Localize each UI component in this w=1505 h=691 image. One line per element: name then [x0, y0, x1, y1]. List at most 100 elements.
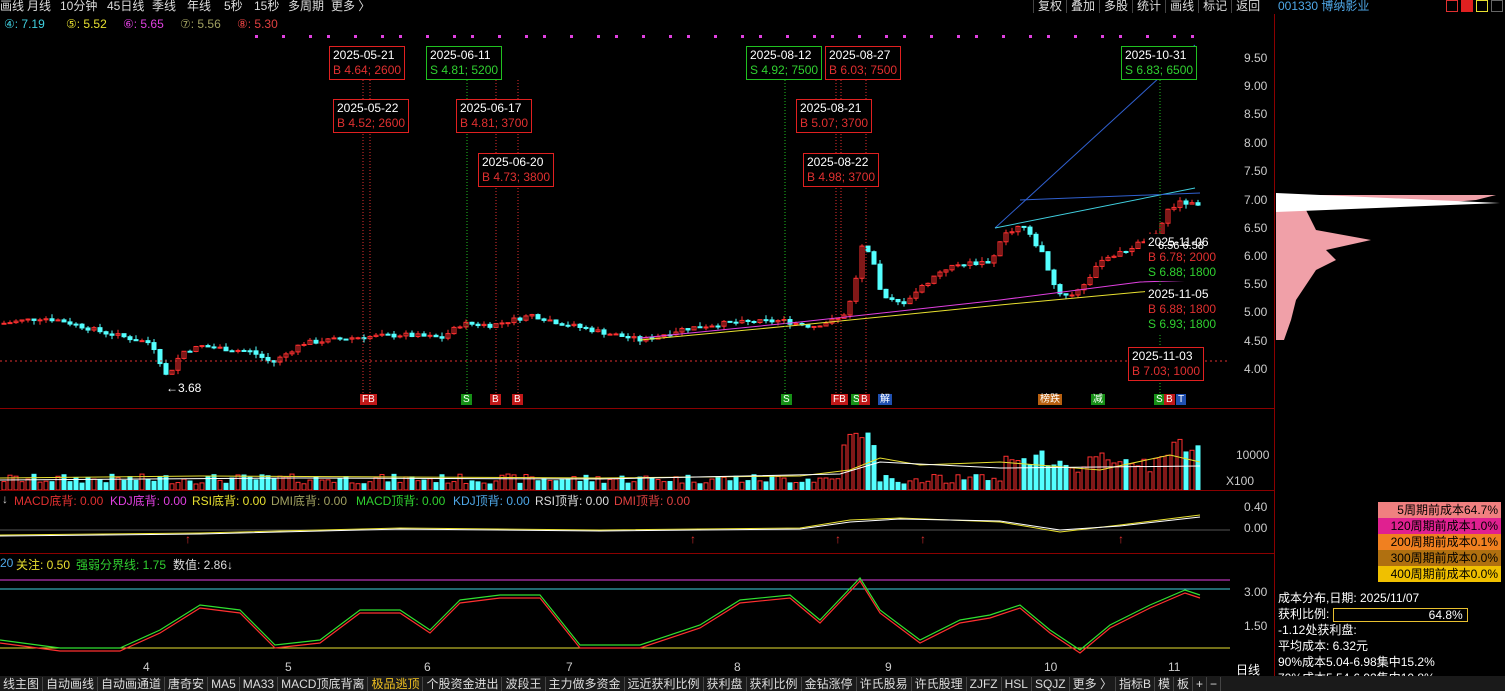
- event-marker[interactable]: S: [781, 394, 792, 405]
- volume-bar: [283, 476, 289, 491]
- candle-body: [547, 319, 553, 322]
- signal-dot: [426, 35, 429, 38]
- volume-bar: [223, 482, 229, 491]
- candle-body: [1063, 293, 1069, 296]
- volume-bar: [1177, 438, 1183, 491]
- candle-body: [733, 321, 739, 324]
- trade-note[interactable]: 2025-06-11 S 4.81; 5200: [426, 46, 503, 80]
- candle-body: [973, 261, 979, 266]
- cost-120-button[interactable]: 120周期前成本1.0%: [1378, 518, 1501, 534]
- volume-bar: [331, 481, 337, 491]
- trade-note[interactable]: 2025-08-22 B 4.98; 3700: [803, 153, 880, 187]
- volume-bar: [625, 482, 631, 491]
- event-marker[interactable]: B: [859, 394, 870, 405]
- trade-note[interactable]: 2025-05-22 B 4.52; 2600: [333, 99, 410, 133]
- candle-body: [553, 319, 559, 325]
- trade-note[interactable]: 2025-10-31 S 6.83; 6500: [1121, 46, 1198, 80]
- indicator-tab[interactable]: 波段王: [502, 676, 546, 691]
- volume-bar: [949, 482, 955, 491]
- indicator-tab[interactable]: 远近获利比例: [625, 676, 704, 691]
- volume-bar: [349, 482, 355, 491]
- volume-bar: [985, 480, 991, 491]
- indicator-tab[interactable]: 板: [1174, 676, 1194, 691]
- volume-bar: [211, 474, 217, 491]
- candle-body: [409, 332, 415, 338]
- candle-body: [265, 356, 271, 362]
- indicator-arrow[interactable]: ↓: [2, 492, 8, 506]
- kline-chart[interactable]: ↑ ↑ ↑ ↑ ↑: [0, 0, 1505, 691]
- event-marker[interactable]: FB: [360, 394, 377, 405]
- trade-note[interactable]: 2025-06-17 B 4.81; 3700: [456, 99, 533, 133]
- trade-note[interactable]: 2025-11-05 B 6.88; 1800 S 6.93; 1800: [1145, 286, 1220, 333]
- cost-200-button[interactable]: 200周期前成本0.1%: [1378, 534, 1501, 550]
- trade-note[interactable]: 2025-05-21 B 4.64; 2600: [329, 46, 406, 80]
- volume-bar: [679, 482, 685, 491]
- volume-bar: [649, 477, 655, 491]
- indicator-tab[interactable]: 唐奇安: [165, 676, 209, 691]
- signal-dot: [543, 35, 546, 38]
- candle-body: [79, 323, 85, 329]
- trade-note[interactable]: 2025-08-12 S 4.92; 7500: [746, 46, 823, 80]
- avg-cost: 平均成本: 6.32元: [1278, 639, 1369, 653]
- indicator-tab[interactable]: 个股资金进出: [423, 676, 503, 691]
- trade-note[interactable]: 2025-08-27 B 6.03; 7500: [825, 46, 902, 80]
- indicator-tab[interactable]: 自动画线: [43, 676, 99, 691]
- indicator-tab[interactable]: 模: [1155, 676, 1174, 691]
- volume-bar: [973, 474, 979, 491]
- candle-body: [877, 263, 883, 290]
- indicator-tab[interactable]: 指标B: [1116, 676, 1155, 691]
- candle-body: [253, 350, 259, 355]
- trade-note[interactable]: 2025-08-21 B 5.07; 3700: [796, 99, 873, 133]
- indicator-tab[interactable]: 获利比例: [747, 676, 802, 691]
- indicator-tab[interactable]: 线主图: [0, 676, 44, 691]
- macd-bottom-div: MACD底背: 0.00: [14, 494, 104, 508]
- event-marker[interactable]: 减: [1091, 394, 1105, 405]
- event-marker[interactable]: B: [512, 394, 523, 405]
- event-marker[interactable]: B: [490, 394, 501, 405]
- indicator-tab[interactable]: 许氏股易: [857, 676, 912, 691]
- volume-bar: [1159, 456, 1165, 491]
- signal-dot: [957, 35, 960, 38]
- event-marker[interactable]: B: [1164, 394, 1175, 405]
- indicator-tab[interactable]: −: [1207, 676, 1222, 691]
- event-marker[interactable]: 解: [878, 394, 892, 405]
- volume-bar: [757, 480, 763, 491]
- volume-bar: [733, 475, 739, 491]
- indicator-tab[interactable]: MACD顶底背离: [278, 676, 369, 691]
- volume-bar: [829, 478, 835, 491]
- indicator-tab[interactable]: MA5: [208, 676, 240, 691]
- indicator-tab[interactable]: MA33: [240, 676, 279, 691]
- candle-body: [985, 261, 991, 264]
- indicator-tab[interactable]: 许氏股理: [912, 676, 967, 691]
- indicator-tab[interactable]: ZJFZ: [967, 676, 1002, 691]
- candle-body: [433, 334, 439, 338]
- event-marker[interactable]: T: [1176, 394, 1187, 405]
- indicator-tab[interactable]: 更多 〉: [1070, 676, 1116, 691]
- event-marker[interactable]: FB: [831, 394, 848, 405]
- indicator-tab[interactable]: SQJZ: [1032, 676, 1070, 691]
- indicator-tab[interactable]: +: [1193, 676, 1208, 691]
- indicator-tab[interactable]: 获利盘: [704, 676, 747, 691]
- volume-bar: [295, 481, 301, 491]
- cost-5-button[interactable]: 5周期前成本64.7%: [1378, 502, 1501, 518]
- trade-note[interactable]: 2025-06-20 B 4.73; 3800: [478, 153, 555, 187]
- volume-bar: [817, 477, 823, 491]
- event-marker[interactable]: S: [461, 394, 472, 405]
- cost-300-button[interactable]: 300周期前成本0.0%: [1378, 550, 1501, 566]
- indicator-tab[interactable]: 金钻涨停: [802, 676, 857, 691]
- volume-bar: [1009, 459, 1015, 491]
- candle-body: [625, 335, 631, 339]
- trade-note[interactable]: 2025-11-03 B 7.03; 1000: [1128, 347, 1205, 381]
- month-tick: 8: [734, 660, 741, 674]
- candle-body: [187, 350, 193, 353]
- cost-400-button[interactable]: 400周期前成本0.0%: [1378, 566, 1501, 582]
- indicator-tab[interactable]: HSL: [1002, 676, 1032, 691]
- indicator-tab[interactable]: 自动画通道: [98, 676, 166, 691]
- indicator-tabs: 线主图 自动画线 自动画通道 唐奇安 MA5 MA33 MACD顶底背离 极品逃顶 个股资金进出…: [0, 676, 1505, 691]
- volume-bar: [553, 480, 559, 491]
- event-marker[interactable]: 榜跌: [1038, 394, 1062, 405]
- indicator-tab[interactable]: 主力做多资金: [546, 676, 625, 691]
- indicator-tab[interactable]: 极品逃顶: [368, 676, 424, 691]
- volume-bar: [67, 481, 73, 491]
- candle-body: [85, 327, 91, 331]
